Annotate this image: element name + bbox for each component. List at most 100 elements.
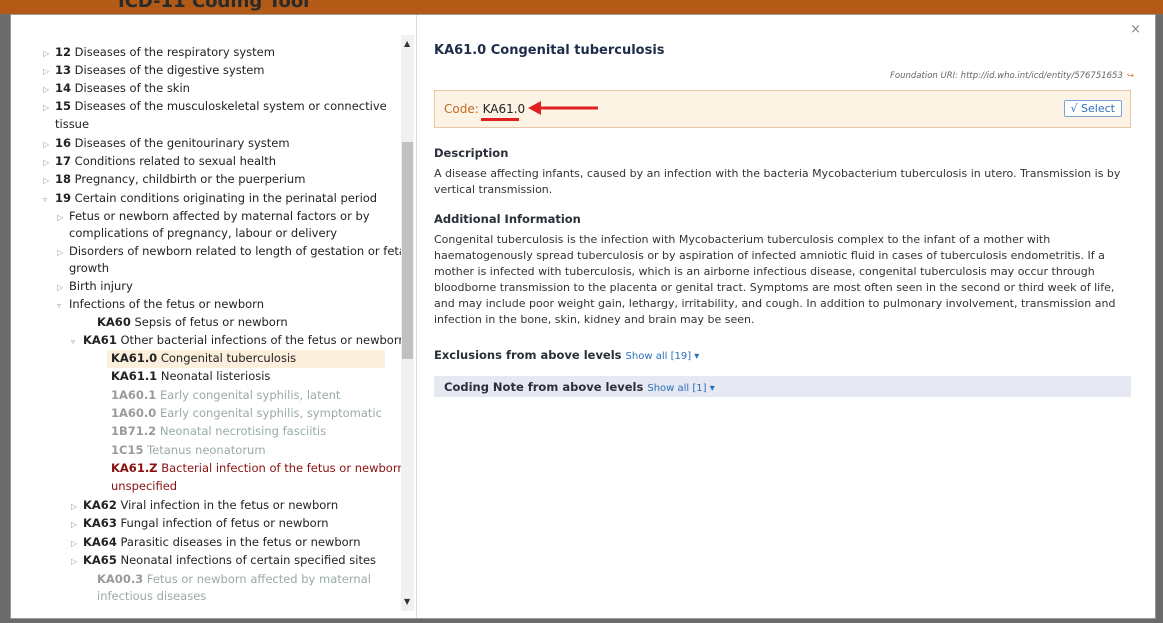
expand-icon[interactable]: ▷: [57, 213, 69, 222]
collapse-icon[interactable]: ▿: [71, 337, 83, 346]
tree-item-label: Parasitic diseases in the fetus or newbo…: [120, 535, 361, 549]
expand-icon[interactable]: ▷: [43, 103, 55, 112]
tree-item-label: Neonatal infections of certain specified…: [120, 553, 377, 567]
annotation-arrow-icon: [528, 101, 598, 115]
tree-item-label: Fetus or newborn affected by maternal fa…: [69, 209, 370, 223]
tree-item-label: infectious diseases: [97, 589, 207, 603]
tree-item-label: Tetanus neonatorum: [147, 443, 266, 457]
detail-panel: KA61.0 Congenital tuberculosis Foundatio…: [434, 15, 1134, 618]
expand-icon[interactable]: ▷: [57, 283, 69, 292]
expand-icon[interactable]: ▷: [71, 539, 83, 548]
tree-item[interactable]: ▷ 14 Diseases of the skin: [43, 81, 190, 95]
scroll-down-icon[interactable]: ▼: [404, 597, 410, 606]
tree-item[interactable]: ▷ KA62 Viral infection in the fetus or ne…: [71, 498, 338, 512]
tree-item[interactable]: ▷ Fetus or newborn affected by maternal f…: [57, 209, 370, 223]
tree-item-label: unspecified: [111, 479, 178, 493]
tree-item[interactable]: ▿ Infections of the fetus or newborn: [57, 297, 264, 311]
tree-item-label: Viral infection in the fetus or newborn: [120, 498, 339, 512]
tree-item-label: Fungal infection of fetus or newborn: [120, 516, 329, 530]
tree-item-code: 19: [55, 191, 72, 205]
tree-item-label: Disorders of newborn related to length o…: [69, 244, 401, 258]
tree-item[interactable]: ▷ Disorders of newborn related to length …: [57, 244, 401, 258]
code-label-text: Code:: [444, 102, 479, 116]
tree-item[interactable]: ▷ 17 Conditions related to sexual health: [43, 154, 276, 168]
tree-item-label: Diseases of the digestive system: [74, 63, 265, 77]
tree-item-code: KA62: [83, 498, 117, 512]
tree-item-code: KA00.3: [97, 572, 144, 586]
collapse-icon[interactable]: ▿: [57, 301, 69, 310]
tree-item[interactable]: ▷ 18 Pregnancy, childbirth or the puerper…: [43, 172, 305, 186]
tree-item-label: Neonatal listeriosis: [160, 369, 271, 383]
tree-item[interactable]: ▷ 12 Diseases of the respiratory system: [43, 45, 275, 59]
expand-icon[interactable]: ▷: [43, 49, 55, 58]
tree-item[interactable]: ▷ 16 Diseases of the genitourinary system: [43, 136, 290, 150]
tree-item-code: KA63: [83, 516, 117, 530]
tree-item[interactable]: ▷ KA65 Neonatal infections of certain spe…: [71, 553, 376, 567]
tree-item[interactable]: ▿ KA61 Other bacterial infections of the …: [71, 333, 401, 347]
expand-icon[interactable]: ▷: [43, 140, 55, 149]
coding-note-bar[interactable]: Coding Note from above levels Show all […: [434, 376, 1131, 397]
scroll-up-icon[interactable]: ▲: [404, 39, 410, 48]
tree-item[interactable]: KA60 Sepsis of fetus or newborn: [97, 315, 288, 329]
tree-item-code: 18: [55, 172, 72, 186]
tree-item-code: 17: [55, 154, 72, 168]
tree-scrollbar-thumb[interactable]: [402, 142, 413, 359]
tree-item-label: Conditions related to sexual health: [74, 154, 276, 168]
tree-item-continuation[interactable]: infectious diseases: [97, 589, 206, 603]
tree-item[interactable]: KA61.0 Congenital tuberculosis: [111, 351, 296, 365]
tree-item[interactable]: ▷ 15 Diseases of the musculoskeletal syst…: [43, 99, 387, 113]
tree-item-code: 1B71.2: [111, 424, 157, 438]
tree-item-label: Bacterial infection of the fetus or newb…: [161, 461, 401, 475]
expand-icon[interactable]: ▷: [43, 158, 55, 167]
tree-item[interactable]: KA00.3 Fetus or newborn affected by mate…: [97, 572, 371, 586]
tree-item-code: 15: [55, 99, 72, 113]
tree-item-label: Infections of the fetus or newborn: [69, 297, 264, 311]
additional-info-heading: Additional Information: [434, 212, 581, 226]
expand-icon[interactable]: ▷: [71, 557, 83, 566]
tree-item-label: Fetus or newborn affected by maternal: [146, 572, 371, 586]
tree-item-label: Other bacterial infections of the fetus …: [120, 333, 401, 347]
tree-item[interactable]: 1B71.2 Neonatal necrotising fasciitis: [111, 424, 326, 438]
coding-note-heading-text: Coding Note from above levels: [444, 380, 644, 394]
tree-item-continuation[interactable]: complications of pregnancy, labour or de…: [69, 226, 337, 240]
code-detail-dialog: × ▷ 12 Diseases of the respiratory system…: [10, 14, 1156, 619]
tree-item-code: KA61.Z: [111, 461, 158, 475]
tree-item-code: 14: [55, 81, 72, 95]
tree-item-code: 1C15: [111, 443, 144, 457]
background-app-title: ICD-11 Coding Tool: [118, 0, 310, 12]
tree-item[interactable]: ▷ Birth injury: [57, 279, 133, 293]
coding-note-show-all-link[interactable]: Show all [1] ▾: [647, 383, 714, 394]
select-button[interactable]: √ Select: [1063, 100, 1122, 117]
expand-icon[interactable]: ▷: [43, 176, 55, 185]
tree-item-continuation[interactable]: unspecified: [111, 479, 177, 493]
external-link-icon[interactable]: ↪: [1127, 71, 1134, 81]
tree-item-label: Diseases of the skin: [74, 81, 190, 95]
exclusions-show-all-link[interactable]: Show all [19] ▾: [626, 351, 700, 362]
tree-item-code: KA64: [83, 535, 117, 549]
tree-item[interactable]: ▷ KA63 Fungal infection of fetus or newbo…: [71, 516, 329, 530]
tree-item[interactable]: 1C15 Tetanus neonatorum: [111, 443, 266, 457]
tree-item-code: 12: [55, 45, 72, 59]
tree-item-label: Diseases of the genitourinary system: [74, 136, 290, 150]
tree-item[interactable]: KA61.1 Neonatal listeriosis: [111, 369, 270, 383]
tree-item[interactable]: 1A60.1 Early congenital syphilis, latent: [111, 388, 340, 402]
foundation-uri-text[interactable]: Foundation URI: http://id.who.int/icd/en…: [890, 71, 1123, 81]
tree-item[interactable]: KA61.Z Bacterial infection of the fetus …: [111, 461, 401, 475]
expand-icon[interactable]: ▷: [71, 520, 83, 529]
tree-item[interactable]: ▿ 19 Certain conditions originating in th…: [43, 191, 377, 205]
expand-icon[interactable]: ▷: [71, 502, 83, 511]
coding-note-heading: Coding Note from above levels Show all […: [444, 380, 715, 394]
tree-item-label: Early congenital syphilis, latent: [159, 388, 341, 402]
expand-icon[interactable]: ▷: [43, 67, 55, 76]
description-heading: Description: [434, 146, 509, 160]
expand-icon[interactable]: ▷: [57, 248, 69, 257]
tree-item[interactable]: ▷ 13 Diseases of the digestive system: [43, 63, 265, 77]
tree-item-label: Pregnancy, childbirth or the puerperium: [74, 172, 306, 186]
foundation-uri[interactable]: Foundation URI: http://id.who.int/icd/en…: [890, 71, 1134, 81]
tree-item[interactable]: ▷ KA64 Parasitic diseases in the fetus or…: [71, 535, 361, 549]
tree-item-continuation[interactable]: tissue: [55, 117, 89, 131]
tree-item[interactable]: 1A60.0 Early congenital syphilis, sympto…: [111, 406, 382, 420]
tree-item-continuation[interactable]: growth: [69, 261, 109, 275]
expand-icon[interactable]: ▷: [43, 85, 55, 94]
collapse-icon[interactable]: ▿: [43, 195, 55, 204]
